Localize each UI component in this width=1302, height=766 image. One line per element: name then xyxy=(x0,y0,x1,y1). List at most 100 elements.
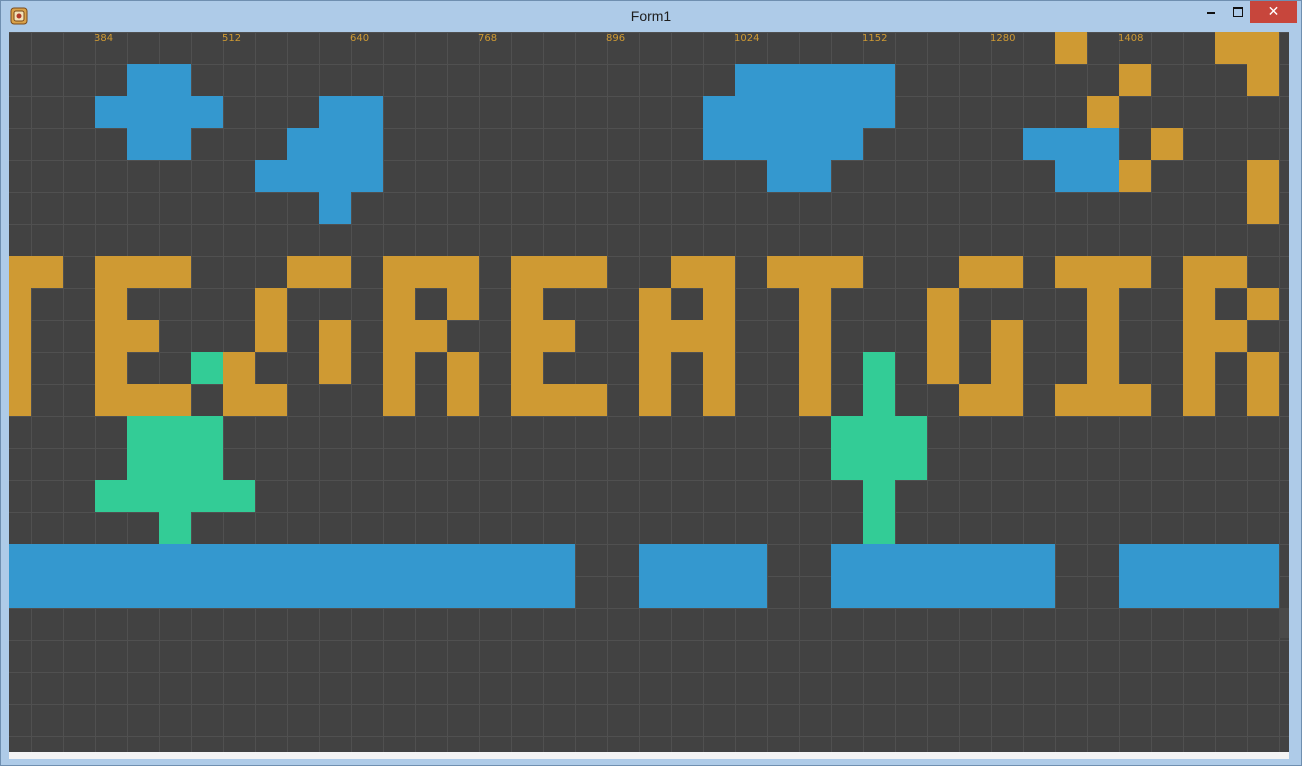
water-cloud-tile xyxy=(319,576,351,608)
water-cloud-tile xyxy=(991,576,1023,608)
gold-block-tile xyxy=(9,384,31,416)
tree-tile xyxy=(191,352,223,384)
water-cloud-tile xyxy=(511,544,543,576)
water-cloud-tile xyxy=(95,544,127,576)
water-cloud-tile xyxy=(767,96,799,128)
maximize-icon xyxy=(1233,7,1243,17)
water-cloud-tile xyxy=(479,576,511,608)
tree-tile xyxy=(159,416,191,448)
window-bottom-bar xyxy=(9,752,1289,759)
gold-block-tile xyxy=(95,256,127,288)
gold-block-tile xyxy=(95,320,127,352)
water-cloud-tile xyxy=(543,544,575,576)
tree-tile xyxy=(863,352,895,384)
tree-tile xyxy=(191,480,223,512)
water-cloud-tile xyxy=(191,544,223,576)
tree-tile xyxy=(159,448,191,480)
gold-block-tile xyxy=(383,320,415,352)
tree-tile xyxy=(127,416,159,448)
gold-block-tile xyxy=(831,256,863,288)
gold-block-tile xyxy=(447,288,479,320)
water-cloud-tile xyxy=(639,544,671,576)
gold-block-tile xyxy=(319,256,351,288)
title-bar[interactable]: Form1 ✕ xyxy=(1,1,1301,31)
gold-block-tile xyxy=(1087,384,1119,416)
tree-tile xyxy=(863,416,895,448)
gold-block-tile xyxy=(9,288,31,320)
water-cloud-tile xyxy=(863,96,895,128)
water-cloud-tile xyxy=(927,544,959,576)
water-cloud-tile xyxy=(319,128,351,160)
gold-block-tile xyxy=(1247,160,1279,192)
gold-block-tile xyxy=(1055,256,1087,288)
water-cloud-tile xyxy=(319,96,351,128)
water-cloud-tile xyxy=(863,576,895,608)
tree-tile xyxy=(127,480,159,512)
gold-block-tile xyxy=(1087,96,1119,128)
gold-block-tile xyxy=(255,288,287,320)
gold-block-tile xyxy=(543,256,575,288)
water-cloud-tile xyxy=(895,576,927,608)
water-cloud-tile xyxy=(383,544,415,576)
tree-tile xyxy=(127,448,159,480)
gold-block-tile xyxy=(927,320,959,352)
close-button[interactable]: ✕ xyxy=(1250,1,1297,23)
gold-block-tile xyxy=(639,320,671,352)
water-cloud-tile xyxy=(415,544,447,576)
gold-block-tile xyxy=(1055,384,1087,416)
gold-block-tile xyxy=(1215,256,1247,288)
water-cloud-tile xyxy=(287,128,319,160)
column-coordinate-label: 768 xyxy=(478,33,498,44)
gold-block-tile xyxy=(447,352,479,384)
gold-block-tile xyxy=(799,352,831,384)
water-cloud-tile xyxy=(95,576,127,608)
gold-block-tile xyxy=(9,352,31,384)
water-cloud-tile xyxy=(223,544,255,576)
water-cloud-tile xyxy=(1247,544,1279,576)
water-cloud-tile xyxy=(1151,576,1183,608)
gold-block-tile xyxy=(319,352,351,384)
gold-block-tile xyxy=(383,288,415,320)
window-right-border xyxy=(1289,32,1295,759)
minimize-button[interactable] xyxy=(1196,1,1226,23)
gold-block-tile xyxy=(127,256,159,288)
water-cloud-tile xyxy=(863,64,895,96)
game-canvas[interactable]: 384 512 640 768 896 1024 1152 1280 1408 xyxy=(9,32,1289,752)
water-cloud-tile xyxy=(1087,160,1119,192)
gold-block-tile xyxy=(95,384,127,416)
gold-block-tile xyxy=(991,352,1023,384)
water-cloud-tile xyxy=(1247,576,1279,608)
tree-tile xyxy=(95,480,127,512)
water-cloud-tile xyxy=(383,576,415,608)
gold-block-tile xyxy=(543,384,575,416)
gold-block-tile xyxy=(1247,288,1279,320)
water-cloud-tile xyxy=(767,128,799,160)
column-coordinate-label: 512 xyxy=(222,33,242,44)
water-cloud-tile xyxy=(95,96,127,128)
gold-block-tile xyxy=(1087,352,1119,384)
water-cloud-tile xyxy=(1023,128,1055,160)
gold-block-tile xyxy=(95,352,127,384)
water-cloud-tile xyxy=(799,64,831,96)
gold-block-tile xyxy=(575,256,607,288)
water-cloud-tile xyxy=(799,128,831,160)
water-cloud-tile xyxy=(63,576,95,608)
column-coordinate-label: 384 xyxy=(94,33,114,44)
gold-block-tile xyxy=(9,256,31,288)
water-cloud-tile xyxy=(767,64,799,96)
gold-block-tile xyxy=(1119,384,1151,416)
water-cloud-tile xyxy=(127,544,159,576)
gold-block-tile xyxy=(415,256,447,288)
water-cloud-tile xyxy=(927,576,959,608)
gold-block-tile xyxy=(1183,256,1215,288)
water-cloud-tile xyxy=(223,576,255,608)
minimize-icon xyxy=(1207,12,1215,14)
gold-block-tile xyxy=(511,256,543,288)
column-coordinate-label: 1408 xyxy=(1118,33,1144,44)
water-cloud-tile xyxy=(543,576,575,608)
maximize-button[interactable] xyxy=(1223,1,1253,23)
gold-block-tile xyxy=(1183,288,1215,320)
gold-block-tile xyxy=(799,320,831,352)
water-cloud-tile xyxy=(735,128,767,160)
gold-block-tile xyxy=(575,384,607,416)
